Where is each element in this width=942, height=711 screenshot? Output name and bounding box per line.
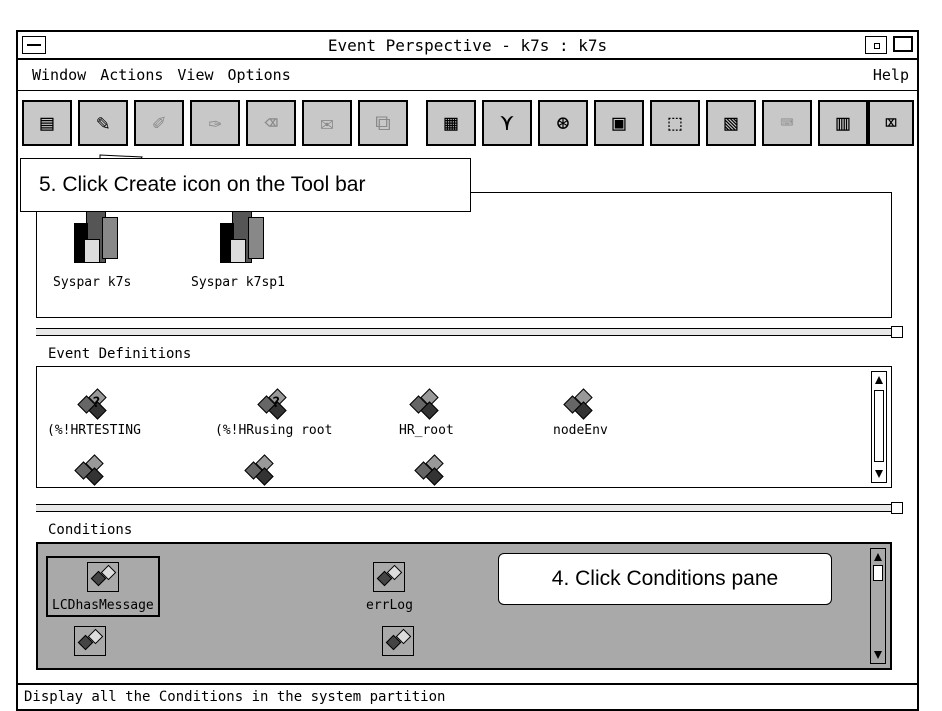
callout-create: 5. Click Create icon on the Tool bar <box>20 158 471 212</box>
callout-conditions: 4. Click Conditions pane <box>498 553 832 605</box>
